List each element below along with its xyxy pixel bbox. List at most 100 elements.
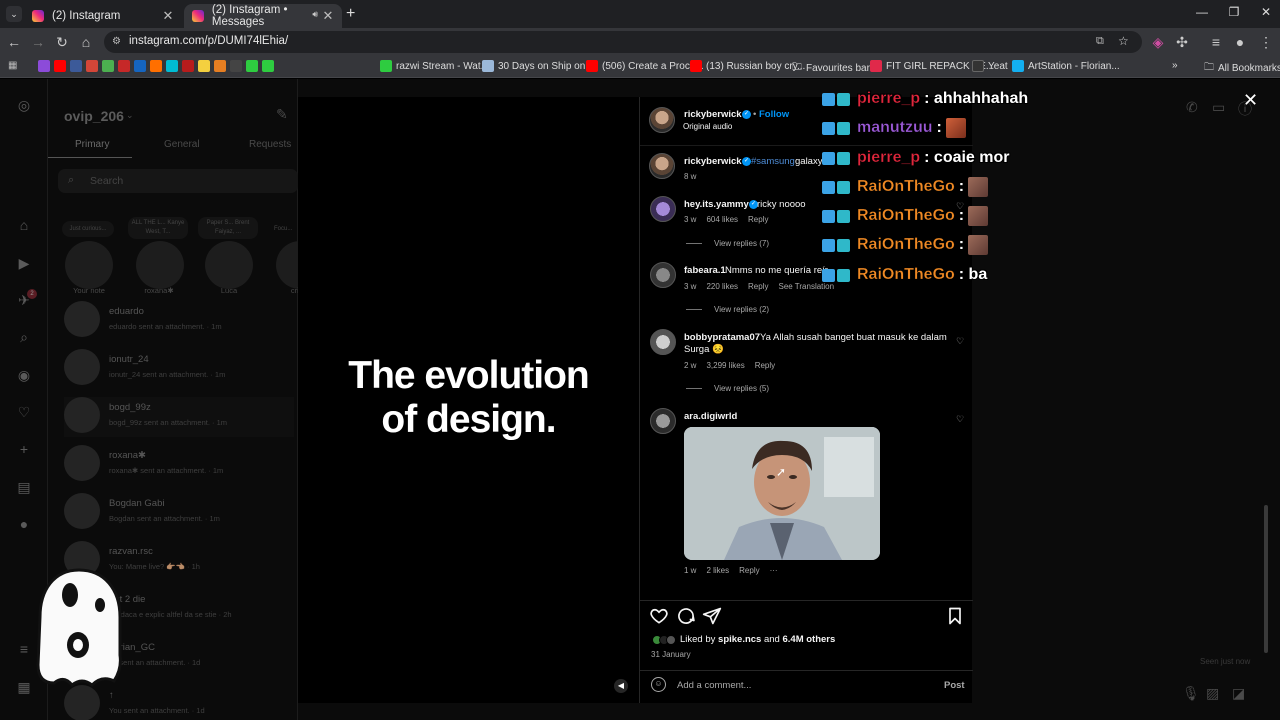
commenter-avatar[interactable] bbox=[650, 196, 676, 222]
profile-avatar[interactable]: ● bbox=[1232, 34, 1248, 50]
commenter-avatar[interactable] bbox=[650, 329, 676, 355]
more-options-icon[interactable]: ··· bbox=[770, 566, 778, 575]
compose-icon[interactable]: ✎ bbox=[276, 106, 288, 123]
search-input[interactable]: ⌕ Search bbox=[58, 169, 298, 193]
comment-likes[interactable]: 220 likes bbox=[706, 282, 738, 291]
close-modal-icon[interactable]: ✕ bbox=[1243, 91, 1258, 109]
dashboard-icon[interactable]: ▤ bbox=[16, 479, 32, 495]
comment-username[interactable]: bobbypratama07 bbox=[684, 332, 760, 343]
conversation-item[interactable]: ↑ You sent an attachment. · 1d bbox=[64, 685, 294, 720]
image-upload-icon[interactable]: ▨ bbox=[1206, 685, 1219, 702]
explore-icon[interactable]: ◉ bbox=[16, 367, 32, 383]
restore-window-icon[interactable]: ❐ bbox=[1224, 5, 1244, 19]
conversation-item[interactable]: Bogdan Gabi Bogdan sent an attachment. · … bbox=[64, 493, 294, 533]
extension-icon[interactable]: ◈ bbox=[1150, 34, 1166, 50]
note-bubble[interactable]: Just curious... bbox=[62, 221, 114, 237]
extensions-puzzle-icon[interactable]: ✣ bbox=[1174, 34, 1190, 50]
address-url[interactable]: instagram.com/p/DUMI74lEhia/ bbox=[129, 35, 288, 47]
audio-toggle-icon[interactable]: ◀︎ bbox=[614, 679, 628, 693]
new-tab-button[interactable]: + bbox=[346, 5, 355, 23]
tab-general[interactable]: General bbox=[164, 139, 200, 150]
minimize-window-icon[interactable]: — bbox=[1192, 5, 1212, 19]
note-bubble[interactable]: ALL THE L... Kanye West, T... bbox=[128, 217, 188, 239]
browser-tab-messages[interactable]: (2) Instagram • Messages 🔊︎ ✕ bbox=[184, 4, 342, 28]
commenter-avatar[interactable] bbox=[650, 262, 676, 288]
view-replies-button[interactable]: View replies (2) bbox=[686, 305, 769, 314]
reels-icon[interactable]: ▶ bbox=[16, 255, 32, 271]
browser-tab-instagram[interactable]: (2) Instagram ✕ bbox=[24, 4, 182, 28]
comment-input[interactable]: Add a comment... bbox=[677, 680, 751, 691]
sticker-icon[interactable]: ◪ bbox=[1232, 685, 1245, 702]
audio-label[interactable]: Original audio bbox=[683, 122, 732, 131]
bookmark-star-icon[interactable]: ☆ bbox=[1118, 34, 1129, 48]
comment-likes[interactable]: 2 likes bbox=[706, 566, 729, 575]
save-bookmark-icon[interactable] bbox=[945, 606, 965, 626]
forward-arrow-icon[interactable]: → bbox=[30, 34, 46, 50]
author-avatar[interactable] bbox=[649, 153, 675, 179]
note-bubble[interactable]: Paper S... Brent Faiyaz, ... bbox=[198, 217, 258, 239]
hashtag-link[interactable]: #samsung bbox=[751, 156, 795, 167]
microphone-icon[interactable]: 🎙︎ bbox=[1182, 685, 1200, 702]
also-from-meta-icon[interactable]: ▦ bbox=[16, 679, 32, 695]
bookmark-folder[interactable]: 🗀︎ Favourites bar bbox=[792, 60, 870, 77]
share-send-icon[interactable] bbox=[702, 606, 722, 626]
commenter-avatar[interactable] bbox=[650, 408, 676, 434]
conversation-item-active[interactable]: bogd_99z bogd_99z sent an attachment. · 1… bbox=[64, 397, 294, 437]
bookmark-item[interactable]: 30 Days on Ship on... bbox=[482, 60, 594, 72]
post-comment-button[interactable]: Post bbox=[944, 680, 965, 691]
avatar[interactable] bbox=[205, 241, 253, 289]
caption-username[interactable]: rickyberwick bbox=[684, 156, 742, 167]
video-call-icon[interactable]: ▭ bbox=[1212, 99, 1225, 116]
comment-username[interactable]: fabeara.1 bbox=[684, 265, 726, 276]
conversation-item[interactable]: eduardo eduardo sent an attachment. · 1m bbox=[64, 301, 294, 341]
post-video[interactable]: The evolution of design. ◀︎ bbox=[298, 97, 639, 703]
notifications-heart-icon[interactable]: ♡ bbox=[16, 404, 32, 420]
author-avatar[interactable] bbox=[649, 107, 675, 133]
like-comment-heart-icon[interactable]: ♡ bbox=[955, 414, 965, 424]
browser-menu-icon[interactable]: ⋮ bbox=[1258, 34, 1274, 50]
tab-audio-icon[interactable]: 🔊︎ bbox=[312, 9, 318, 20]
comment-username[interactable]: hey.its.yammy bbox=[684, 199, 749, 210]
instagram-logo-icon[interactable]: ◎ bbox=[16, 97, 32, 113]
comment-username[interactable]: ara.digiwrld bbox=[684, 411, 737, 422]
avatar[interactable] bbox=[65, 241, 113, 289]
inbox-username[interactable]: ovip_206 bbox=[64, 108, 124, 124]
follow-button[interactable]: Follow bbox=[759, 109, 789, 120]
tab-close-icon[interactable]: ✕ bbox=[320, 8, 336, 24]
reply-button[interactable]: Reply bbox=[739, 566, 759, 575]
tab-close-icon[interactable]: ✕ bbox=[160, 8, 176, 24]
tab-primary[interactable]: Primary bbox=[75, 139, 109, 150]
conversation-item[interactable]: ionutr_24 ionutr_24 sent an attachment. ·… bbox=[64, 349, 294, 389]
view-replies-button[interactable]: View replies (5) bbox=[686, 384, 769, 393]
site-info-icon[interactable]: ⚙ bbox=[112, 36, 124, 48]
media-controls-icon[interactable]: ≡ bbox=[1208, 34, 1224, 50]
profile-avatar[interactable]: ● bbox=[16, 516, 32, 532]
address-bar[interactable]: ⚙ instagram.com/p/DUMI74lEhia/ ⧉ ☆ bbox=[104, 31, 1142, 53]
bookmarks-overflow-icon[interactable]: » bbox=[1172, 60, 1178, 71]
tab-requests[interactable]: Requests bbox=[249, 139, 291, 150]
tab-search-button[interactable]: ⌄ bbox=[6, 6, 22, 22]
like-heart-icon[interactable] bbox=[649, 606, 669, 626]
emoji-picker-icon[interactable]: ☺ bbox=[651, 677, 666, 692]
bookmark-item[interactable]: Yeat bbox=[972, 60, 1008, 72]
home-icon[interactable]: ⌂ bbox=[16, 217, 32, 233]
bookmark-item[interactable]: (13) Russian boy cry... bbox=[690, 60, 805, 72]
apps-grid-icon[interactable]: ▦ bbox=[8, 60, 17, 71]
search-icon[interactable]: ⌕ bbox=[16, 329, 32, 345]
bookmark-item[interactable]: ArtStation - Florian... bbox=[1012, 60, 1120, 72]
conversation-item[interactable]: roxana✱ roxana✱ sent an attachment. · 1m bbox=[64, 445, 294, 485]
liked-by-user[interactable]: spike.ncs bbox=[718, 634, 761, 645]
reply-button[interactable]: Reply bbox=[748, 282, 768, 291]
avatar[interactable] bbox=[136, 241, 184, 289]
reply-button[interactable]: Reply bbox=[748, 215, 768, 224]
page-scrollbar[interactable] bbox=[1264, 505, 1268, 653]
like-comment-heart-icon[interactable]: ♡ bbox=[955, 336, 965, 346]
view-replies-button[interactable]: View replies (7) bbox=[686, 239, 769, 248]
comment-likes[interactable]: 3,299 likes bbox=[706, 361, 744, 370]
liked-by-line[interactable]: Liked by spike.ncs and 6.4M others bbox=[652, 634, 835, 645]
liked-by-others[interactable]: 6.4M others bbox=[782, 634, 835, 645]
comment-gif[interactable] bbox=[684, 427, 880, 560]
back-arrow-icon[interactable]: ← bbox=[6, 34, 22, 50]
reply-button[interactable]: Reply bbox=[755, 361, 775, 370]
bookmark-item[interactable]: razwi Stream - Wat... bbox=[380, 60, 489, 72]
